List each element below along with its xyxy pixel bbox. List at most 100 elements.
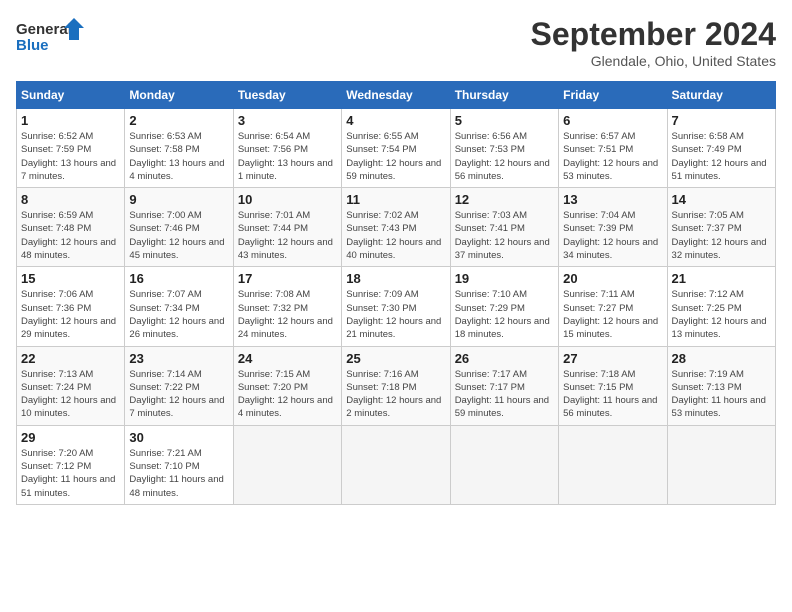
table-cell: 5 Sunrise: 6:56 AM Sunset: 7:53 PM Daylig… bbox=[450, 109, 558, 188]
day-number: 7 bbox=[672, 113, 771, 128]
day-content: Sunrise: 6:54 AM Sunset: 7:56 PM Dayligh… bbox=[238, 130, 337, 183]
day-content: Sunrise: 7:07 AM Sunset: 7:34 PM Dayligh… bbox=[129, 288, 228, 341]
table-cell: 3 Sunrise: 6:54 AM Sunset: 7:56 PM Daylig… bbox=[233, 109, 341, 188]
day-content: Sunrise: 7:15 AM Sunset: 7:20 PM Dayligh… bbox=[238, 368, 337, 421]
day-number: 4 bbox=[346, 113, 445, 128]
table-cell: 6 Sunrise: 6:57 AM Sunset: 7:51 PM Daylig… bbox=[559, 109, 667, 188]
table-cell: 1 Sunrise: 6:52 AM Sunset: 7:59 PM Daylig… bbox=[17, 109, 125, 188]
day-number: 13 bbox=[563, 192, 662, 207]
day-number: 6 bbox=[563, 113, 662, 128]
day-content: Sunrise: 7:14 AM Sunset: 7:22 PM Dayligh… bbox=[129, 368, 228, 421]
table-cell: 23 Sunrise: 7:14 AM Sunset: 7:22 PM Dayli… bbox=[125, 346, 233, 425]
day-content: Sunrise: 7:02 AM Sunset: 7:43 PM Dayligh… bbox=[346, 209, 445, 262]
week-row-5: 29 Sunrise: 7:20 AM Sunset: 7:12 PM Dayli… bbox=[17, 425, 776, 504]
day-number: 2 bbox=[129, 113, 228, 128]
day-number: 23 bbox=[129, 351, 228, 366]
table-cell: 15 Sunrise: 7:06 AM Sunset: 7:36 PM Dayli… bbox=[17, 267, 125, 346]
week-row-1: 1 Sunrise: 6:52 AM Sunset: 7:59 PM Daylig… bbox=[17, 109, 776, 188]
table-cell: 14 Sunrise: 7:05 AM Sunset: 7:37 PM Dayli… bbox=[667, 188, 775, 267]
day-number: 24 bbox=[238, 351, 337, 366]
table-cell: 11 Sunrise: 7:02 AM Sunset: 7:43 PM Dayli… bbox=[342, 188, 450, 267]
table-cell: 27 Sunrise: 7:18 AM Sunset: 7:15 PM Dayli… bbox=[559, 346, 667, 425]
table-cell: 18 Sunrise: 7:09 AM Sunset: 7:30 PM Dayli… bbox=[342, 267, 450, 346]
col-friday: Friday bbox=[559, 82, 667, 109]
day-content: Sunrise: 6:52 AM Sunset: 7:59 PM Dayligh… bbox=[21, 130, 120, 183]
day-content: Sunrise: 6:57 AM Sunset: 7:51 PM Dayligh… bbox=[563, 130, 662, 183]
table-cell: 26 Sunrise: 7:17 AM Sunset: 7:17 PM Dayli… bbox=[450, 346, 558, 425]
day-content: Sunrise: 7:18 AM Sunset: 7:15 PM Dayligh… bbox=[563, 368, 662, 421]
day-content: Sunrise: 7:21 AM Sunset: 7:10 PM Dayligh… bbox=[129, 447, 228, 500]
col-sunday: Sunday bbox=[17, 82, 125, 109]
day-content: Sunrise: 7:19 AM Sunset: 7:13 PM Dayligh… bbox=[672, 368, 771, 421]
table-cell bbox=[342, 425, 450, 504]
day-content: Sunrise: 7:09 AM Sunset: 7:30 PM Dayligh… bbox=[346, 288, 445, 341]
day-number: 26 bbox=[455, 351, 554, 366]
day-content: Sunrise: 6:56 AM Sunset: 7:53 PM Dayligh… bbox=[455, 130, 554, 183]
day-number: 12 bbox=[455, 192, 554, 207]
day-content: Sunrise: 6:53 AM Sunset: 7:58 PM Dayligh… bbox=[129, 130, 228, 183]
logo: General Blue bbox=[16, 16, 86, 61]
table-cell: 2 Sunrise: 6:53 AM Sunset: 7:58 PM Daylig… bbox=[125, 109, 233, 188]
table-cell: 29 Sunrise: 7:20 AM Sunset: 7:12 PM Dayli… bbox=[17, 425, 125, 504]
day-number: 30 bbox=[129, 430, 228, 445]
table-cell: 4 Sunrise: 6:55 AM Sunset: 7:54 PM Daylig… bbox=[342, 109, 450, 188]
day-number: 1 bbox=[21, 113, 120, 128]
day-number: 16 bbox=[129, 271, 228, 286]
day-number: 19 bbox=[455, 271, 554, 286]
table-cell: 12 Sunrise: 7:03 AM Sunset: 7:41 PM Dayli… bbox=[450, 188, 558, 267]
day-number: 29 bbox=[21, 430, 120, 445]
table-cell: 25Sunrise: 7:16 AM Sunset: 7:18 PM Dayli… bbox=[342, 346, 450, 425]
day-content: Sunrise: 7:17 AM Sunset: 7:17 PM Dayligh… bbox=[455, 368, 554, 421]
table-cell bbox=[559, 425, 667, 504]
day-number: 17 bbox=[238, 271, 337, 286]
day-content: Sunrise: 7:13 AM Sunset: 7:24 PM Dayligh… bbox=[21, 368, 120, 421]
day-content: Sunrise: 7:12 AM Sunset: 7:25 PM Dayligh… bbox=[672, 288, 771, 341]
day-content: Sunrise: 7:20 AM Sunset: 7:12 PM Dayligh… bbox=[21, 447, 120, 500]
day-number: 14 bbox=[672, 192, 771, 207]
day-number: 20 bbox=[563, 271, 662, 286]
day-number: 22 bbox=[21, 351, 120, 366]
week-row-3: 15 Sunrise: 7:06 AM Sunset: 7:36 PM Dayli… bbox=[17, 267, 776, 346]
table-cell: 30 Sunrise: 7:21 AM Sunset: 7:10 PM Dayli… bbox=[125, 425, 233, 504]
col-saturday: Saturday bbox=[667, 82, 775, 109]
day-number: 18 bbox=[346, 271, 445, 286]
table-cell bbox=[667, 425, 775, 504]
calendar-title: September 2024 bbox=[531, 16, 776, 53]
col-tuesday: Tuesday bbox=[233, 82, 341, 109]
day-content: Sunrise: 6:59 AM Sunset: 7:48 PM Dayligh… bbox=[21, 209, 120, 262]
title-area: September 2024 Glendale, Ohio, United St… bbox=[531, 16, 776, 69]
day-content: Sunrise: 7:06 AM Sunset: 7:36 PM Dayligh… bbox=[21, 288, 120, 341]
day-number: 5 bbox=[455, 113, 554, 128]
day-number: 27 bbox=[563, 351, 662, 366]
day-content: Sunrise: 7:05 AM Sunset: 7:37 PM Dayligh… bbox=[672, 209, 771, 262]
col-monday: Monday bbox=[125, 82, 233, 109]
table-cell: 17 Sunrise: 7:08 AM Sunset: 7:32 PM Dayli… bbox=[233, 267, 341, 346]
week-row-2: 8 Sunrise: 6:59 AM Sunset: 7:48 PM Daylig… bbox=[17, 188, 776, 267]
day-number: 8 bbox=[21, 192, 120, 207]
day-number: 3 bbox=[238, 113, 337, 128]
table-cell: 22 Sunrise: 7:13 AM Sunset: 7:24 PM Dayli… bbox=[17, 346, 125, 425]
table-cell bbox=[233, 425, 341, 504]
day-content: Sunrise: 7:16 AM Sunset: 7:18 PM Dayligh… bbox=[346, 368, 445, 421]
week-row-4: 22 Sunrise: 7:13 AM Sunset: 7:24 PM Dayli… bbox=[17, 346, 776, 425]
table-cell: 28 Sunrise: 7:19 AM Sunset: 7:13 PM Dayli… bbox=[667, 346, 775, 425]
day-content: Sunrise: 6:55 AM Sunset: 7:54 PM Dayligh… bbox=[346, 130, 445, 183]
day-content: Sunrise: 7:03 AM Sunset: 7:41 PM Dayligh… bbox=[455, 209, 554, 262]
day-number: 11 bbox=[346, 192, 445, 207]
table-cell: 21 Sunrise: 7:12 AM Sunset: 7:25 PM Dayli… bbox=[667, 267, 775, 346]
day-number: 21 bbox=[672, 271, 771, 286]
calendar-subtitle: Glendale, Ohio, United States bbox=[531, 53, 776, 69]
day-number: 9 bbox=[129, 192, 228, 207]
svg-text:Blue: Blue bbox=[16, 37, 49, 54]
table-cell: 20Sunrise: 7:11 AM Sunset: 7:27 PM Dayli… bbox=[559, 267, 667, 346]
day-content: Sunrise: 7:08 AM Sunset: 7:32 PM Dayligh… bbox=[238, 288, 337, 341]
day-number: 28 bbox=[672, 351, 771, 366]
svg-text:General: General bbox=[16, 21, 72, 38]
day-number: 15 bbox=[21, 271, 120, 286]
calendar-table: Sunday Monday Tuesday Wednesday Thursday… bbox=[16, 81, 776, 505]
table-cell: 8 Sunrise: 6:59 AM Sunset: 7:48 PM Daylig… bbox=[17, 188, 125, 267]
page-header: General Blue September 2024 Glendale, Oh… bbox=[16, 16, 776, 69]
table-cell: 9Sunrise: 7:00 AM Sunset: 7:46 PM Daylig… bbox=[125, 188, 233, 267]
table-cell: 16 Sunrise: 7:07 AM Sunset: 7:34 PM Dayli… bbox=[125, 267, 233, 346]
day-content: Sunrise: 7:01 AM Sunset: 7:44 PM Dayligh… bbox=[238, 209, 337, 262]
